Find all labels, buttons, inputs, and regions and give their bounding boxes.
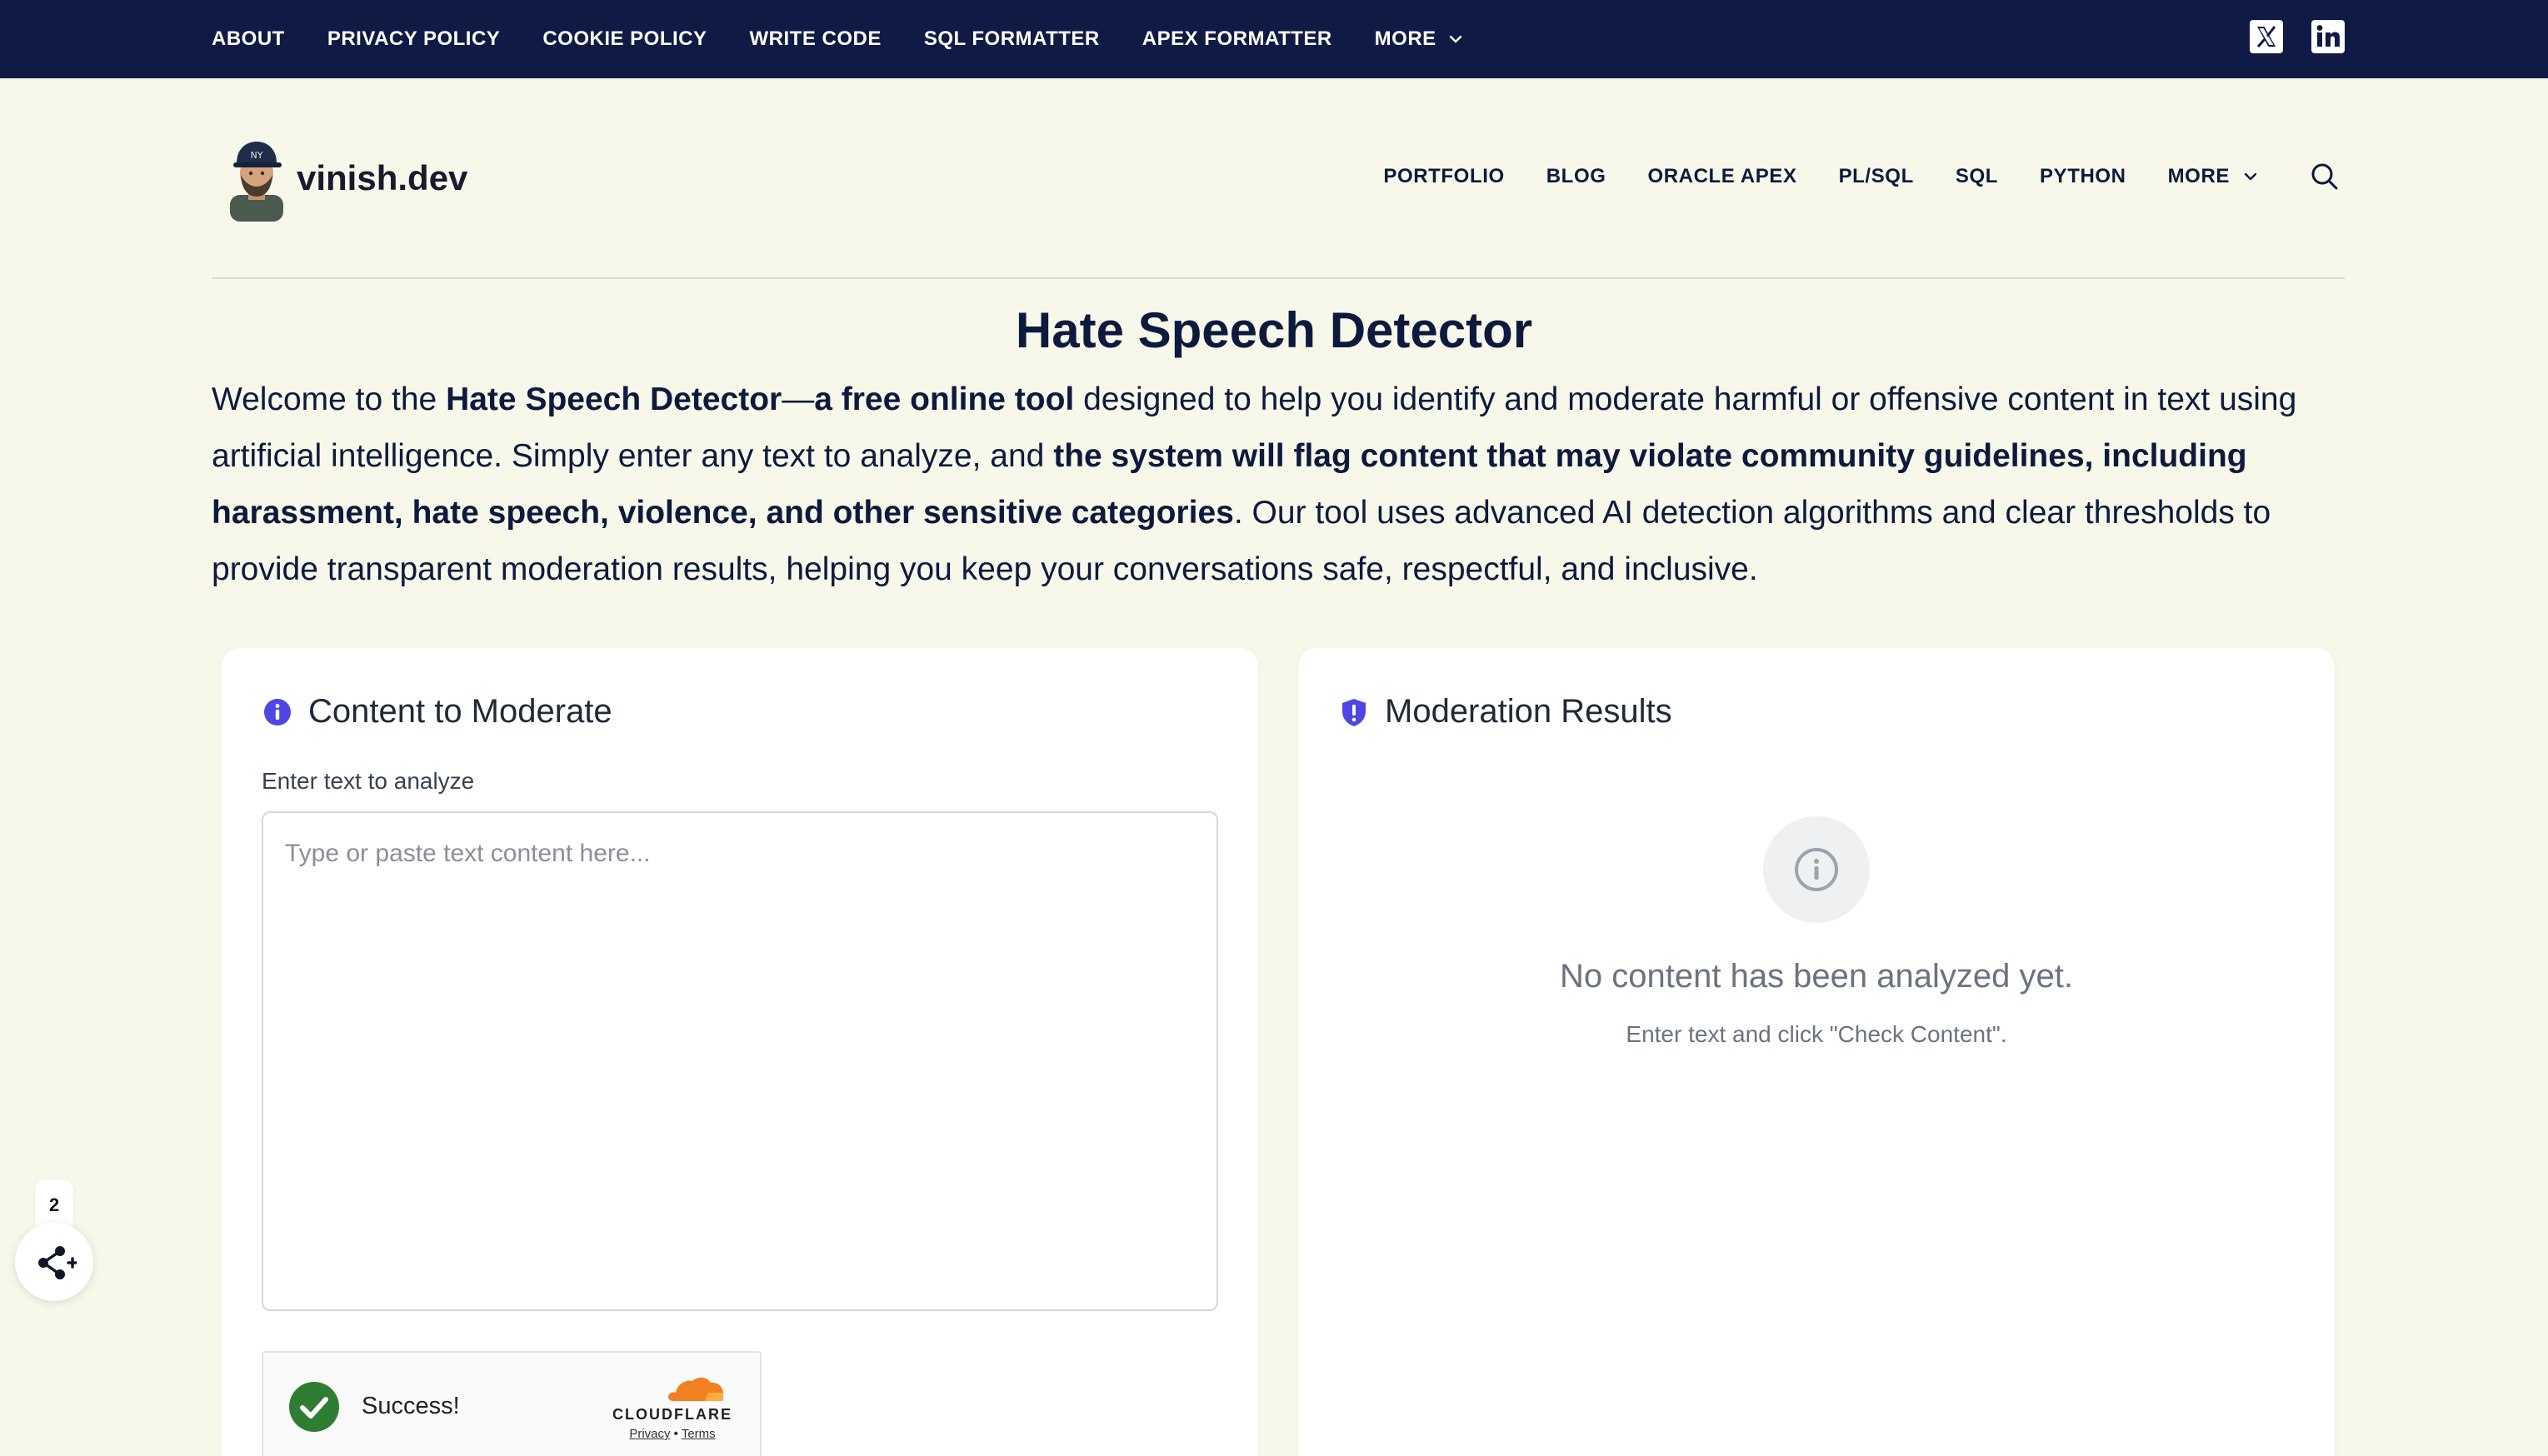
site-brand-name: vinish.dev [297, 158, 468, 197]
share-button[interactable] [15, 1223, 93, 1301]
top-link-privacy-policy[interactable]: PRIVACY POLICY [327, 27, 500, 51]
intro-text-1: Welcome to the [212, 381, 447, 417]
cloudflare-turnstile[interactable]: Success! CLOUDFLARE Privacy • Terms [262, 1351, 762, 1456]
page-title: Hate Speech Detector [1015, 302, 1533, 358]
intro-bold-2: a free online tool [814, 381, 1075, 417]
empty-state-subtitle: Enter text and click "Check Content". [1626, 1021, 2007, 1047]
cloudflare-wordmark: CLOUDFLARE [612, 1406, 732, 1423]
content-textarea[interactable] [262, 811, 1218, 1311]
turnstile-status: Success! [362, 1393, 460, 1419]
avatar: NY [230, 142, 283, 222]
terms-link[interactable]: Terms [682, 1427, 716, 1441]
top-link-sql-formatter[interactable]: SQL FORMATTER [924, 27, 1100, 51]
nav-python[interactable]: PYTHON [2040, 165, 2126, 188]
intro-paragraph: Welcome to the Hate Speech Detector—a fr… [212, 371, 2345, 598]
intro-text-2: — [782, 381, 815, 417]
cloudflare-brand: CLOUDFLARE Privacy • Terms [610, 1373, 735, 1441]
search-icon[interactable] [2308, 160, 2341, 193]
results-card-title: Moderation Results [1385, 693, 1672, 730]
site-logo[interactable]: NY vinish.dev [218, 135, 467, 222]
text-input-label: Enter text to analyze [262, 768, 475, 794]
chevron-down-icon [1449, 35, 1461, 43]
results-card: Moderation Results No content has been a… [1298, 648, 2335, 1456]
content-card-title: Content to Moderate [308, 693, 612, 730]
nav-more-label: MORE [2167, 165, 2230, 187]
nav-blog[interactable]: BLOG [1546, 165, 1606, 188]
info-outline-icon [1795, 848, 1838, 891]
content-card-header: Content to Moderate [263, 693, 612, 730]
nav-portfolio[interactable]: PORTFOLIO [1383, 165, 1504, 188]
nav-sql[interactable]: SQL [1956, 165, 1998, 188]
privacy-link[interactable]: Privacy [629, 1427, 670, 1441]
shield-alert-icon [1342, 698, 1366, 726]
cloudflare-logo-icon [667, 1377, 724, 1401]
content-card: Content to Moderate Enter text to analyz… [222, 648, 1258, 1456]
share-icon [38, 1246, 77, 1279]
info-circle-icon [264, 698, 291, 726]
top-link-apex-formatter[interactable]: APEX FORMATTER [1142, 27, 1332, 51]
top-link-cookie-policy[interactable]: COOKIE POLICY [542, 27, 707, 51]
nav-plsql[interactable]: PL/SQL [1839, 165, 1914, 188]
x-icon[interactable] [2248, 18, 2285, 55]
svg-text:NY: NY [251, 150, 263, 161]
intro-bold-1: Hate Speech Detector [446, 381, 782, 417]
top-link-write-code[interactable]: WRITE CODE [750, 27, 882, 51]
success-check-icon [289, 1382, 339, 1432]
empty-state-title: No content has been analyzed yet. [1560, 958, 2073, 995]
top-link-more-label: MORE [1374, 27, 1436, 50]
top-link-about[interactable]: ABOUT [212, 27, 285, 51]
top-link-more[interactable]: MORE [1375, 27, 1463, 51]
link-separator: • [673, 1427, 678, 1441]
nav-oracle-apex[interactable]: ORACLE APEX [1647, 165, 1796, 188]
social-links [2248, 18, 2346, 55]
chevron-down-icon [2244, 172, 2257, 181]
top-bar: ABOUT PRIVACY POLICY COOKIE POLICY WRITE… [0, 0, 2548, 78]
turnstile-links: Privacy • Terms [610, 1427, 735, 1441]
top-nav: ABOUT PRIVACY POLICY COOKIE POLICY WRITE… [212, 0, 1506, 78]
results-card-header: Moderation Results [1340, 693, 1672, 730]
header-divider [212, 277, 2345, 279]
nav-more[interactable]: MORE [2168, 165, 2258, 188]
linkedin-icon[interactable] [2310, 18, 2346, 55]
empty-state-badge [1763, 816, 1870, 923]
main-nav: PORTFOLIO BLOG ORACLE APEX PL/SQL SQL PY… [1383, 160, 2341, 193]
